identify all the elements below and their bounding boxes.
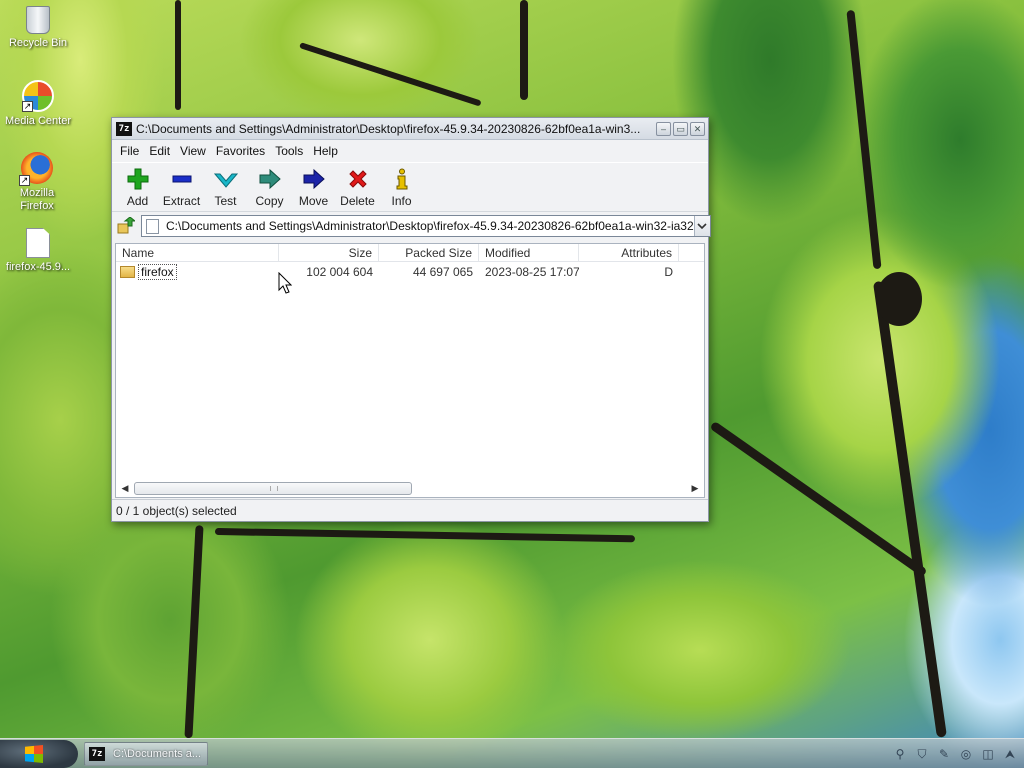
info-label: Info (391, 194, 412, 208)
menu-edit[interactable]: Edit (144, 144, 175, 158)
shield-icon[interactable]: ⛉ (914, 746, 930, 762)
move-label: Move (298, 194, 329, 208)
scroll-track[interactable] (134, 481, 686, 496)
table-row[interactable]: firefox 102 004 604 44 697 065 2023-08-2… (116, 263, 704, 281)
cell-packed-size: 44 697 065 (412, 265, 473, 279)
minus-icon (160, 167, 203, 191)
notification-arrow-icon[interactable]: ⮝ (1002, 746, 1018, 762)
desktop-icon-label: Mozilla Firefox (19, 187, 55, 212)
column-header-size[interactable]: Size (279, 244, 379, 261)
pencil-icon[interactable]: ✎ (936, 746, 952, 762)
windows-logo-icon (25, 745, 43, 763)
mouse-cursor-icon (278, 272, 292, 294)
column-header-packed-size[interactable]: Packed Size (379, 244, 479, 261)
delete-label: Delete (340, 194, 375, 208)
desktop-icon-recycle-bin[interactable]: Recycle Bin (0, 6, 76, 50)
copy-arrow-icon (248, 167, 291, 191)
add-button[interactable]: Add (116, 167, 159, 208)
desktop-icon-label: firefox-45.9... (5, 261, 71, 273)
scroll-right-icon[interactable]: ▶ (686, 483, 704, 494)
start-button[interactable] (0, 740, 78, 768)
scroll-left-icon[interactable]: ◀ (116, 483, 134, 494)
delete-x-icon (336, 167, 379, 191)
cell-attributes: D (664, 265, 673, 279)
column-header-modified[interactable]: Modified (479, 244, 579, 261)
test-label: Test (214, 194, 237, 208)
test-button[interactable]: Test (204, 167, 247, 208)
path-combobox[interactable]: C:\Documents and Settings\Administrator\… (141, 215, 711, 237)
taskbar-item-7zip[interactable]: 7z C:\Documents a... (84, 742, 208, 766)
menu-tools[interactable]: Tools (270, 144, 308, 158)
file-list[interactable]: Name Size Packed Size Modified Attribute… (115, 243, 705, 498)
wallpaper-berry (876, 272, 922, 326)
wallpaper-branch (175, 0, 181, 110)
move-button[interactable]: Move (292, 167, 335, 208)
chevron-down-icon[interactable] (693, 216, 710, 236)
7zip-window: 7z C:\Documents and Settings\Administrat… (111, 117, 711, 522)
extract-label: Extract (162, 194, 201, 208)
list-header: Name Size Packed Size Modified Attribute… (116, 244, 704, 262)
copy-button[interactable]: Copy (248, 167, 291, 208)
menu-help[interactable]: Help (308, 144, 343, 158)
shortcut-arrow-icon: ↗ (19, 175, 30, 186)
horizontal-scrollbar[interactable]: ◀ ▶ (116, 480, 704, 497)
copy-label: Copy (255, 194, 284, 208)
minimize-button[interactable]: ‒ (656, 121, 671, 136)
checkmark-icon (204, 167, 247, 191)
7zip-app-icon[interactable]: 7z (116, 121, 132, 136)
menu-bar: File Edit View Favorites Tools Help (112, 140, 708, 162)
shortcut-arrow-icon: ↗ (22, 101, 33, 112)
desktop-icon-firefox-file[interactable]: firefox-45.9... (0, 228, 76, 274)
file-icon (26, 228, 50, 258)
info-icon (380, 167, 423, 191)
scroll-thumb[interactable] (134, 482, 412, 495)
media-center-icon: ↗ (22, 80, 54, 112)
firefox-icon: ↗ (19, 152, 53, 186)
7zip-app-icon: 7z (89, 747, 105, 761)
volume-icon[interactable]: ◫ (980, 746, 996, 762)
menu-view[interactable]: View (175, 144, 211, 158)
wallpaper-branch (520, 0, 528, 100)
maximize-button[interactable]: ▭ (673, 121, 688, 136)
column-header-attributes[interactable]: Attributes (579, 244, 679, 261)
close-button[interactable]: ✕ (690, 121, 705, 136)
folder-up-icon[interactable] (117, 215, 135, 237)
extract-button[interactable]: Extract (160, 167, 203, 208)
desktop-icon-label: Recycle Bin (8, 37, 68, 49)
search-icon[interactable]: ⚲ (892, 746, 908, 762)
taskbar-item-label: C:\Documents a... (113, 748, 202, 760)
delete-button[interactable]: Delete (336, 167, 379, 208)
info-button[interactable]: Info (380, 167, 423, 208)
add-label: Add (126, 194, 149, 208)
move-arrow-icon (292, 167, 335, 191)
cell-size: 102 004 604 (306, 265, 373, 279)
folder-icon (120, 266, 135, 278)
desktop-icon-media-center[interactable]: ↗ Media Center (0, 80, 76, 128)
column-header-name[interactable]: Name (116, 244, 279, 261)
path-input[interactable]: C:\Documents and Settings\Administrator\… (166, 219, 694, 233)
network-icon[interactable]: ◎ (958, 746, 974, 762)
desktop-icon-label: Media Center (4, 115, 72, 127)
status-bar: 0 / 1 object(s) selected (112, 499, 708, 521)
system-tray: ⚲ ⛉ ✎ ◎ ◫ ⮝ (892, 743, 1018, 765)
cell-modified: 2023-08-25 17:07 (485, 265, 579, 279)
address-bar: C:\Documents and Settings\Administrator\… (112, 212, 711, 240)
recycle-bin-icon (26, 6, 50, 34)
desktop-icon-firefox[interactable]: ↗ Mozilla Firefox (0, 152, 74, 213)
window-title: C:\Documents and Settings\Administrator\… (136, 121, 641, 136)
window-titlebar[interactable]: 7z C:\Documents and Settings\Administrat… (112, 118, 708, 140)
menu-favorites[interactable]: Favorites (211, 144, 270, 158)
taskbar: 7z C:\Documents a... ⚲ ⛉ ✎ ◎ ◫ ⮝ (0, 738, 1024, 768)
cell-name: firefox (116, 264, 279, 280)
menu-file[interactable]: File (115, 144, 144, 158)
row-name: firefox (138, 264, 177, 280)
plus-icon (116, 167, 159, 191)
toolbar: Add Extract Test Copy Move Delete Info (112, 162, 708, 212)
document-icon (146, 218, 159, 234)
